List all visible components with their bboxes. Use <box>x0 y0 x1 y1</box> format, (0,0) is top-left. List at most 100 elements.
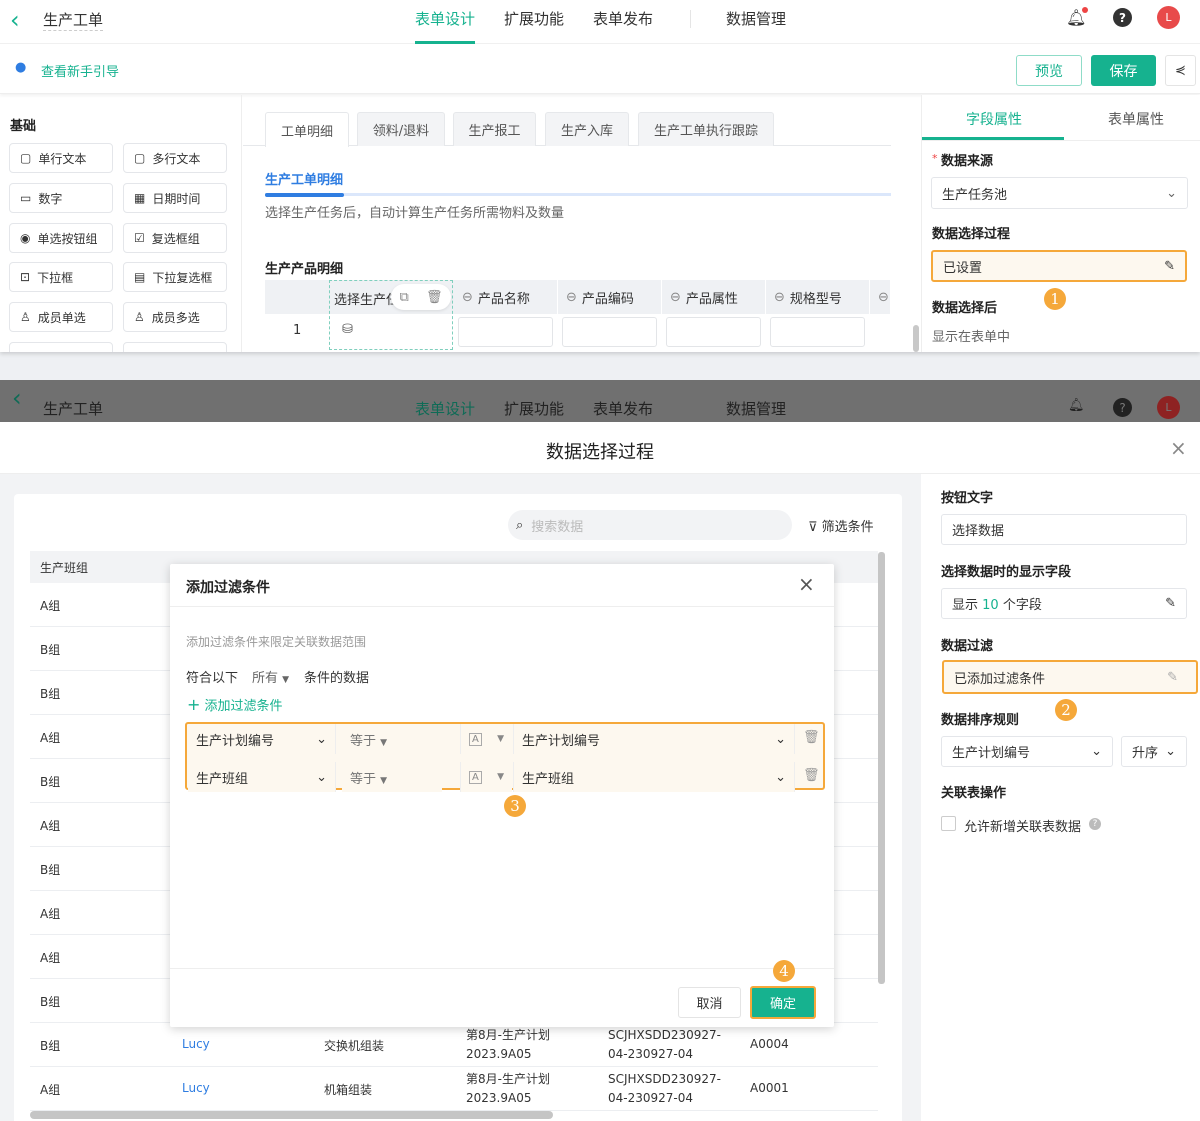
data-filter-field[interactable]: 已添加过滤条件 ✎ <box>942 660 1198 694</box>
vertical-scrollbar[interactable] <box>878 552 885 984</box>
cell-input[interactable] <box>458 317 553 347</box>
tab-publish[interactable]: 表单发布 <box>593 8 653 29</box>
close-icon[interactable]: × <box>1170 436 1187 460</box>
condition-operator-select[interactable]: 等于 ▼ <box>342 724 442 754</box>
tab-field-props[interactable]: 字段属性 <box>966 109 1022 129</box>
dialog-title: 数据选择过程 <box>546 442 654 463</box>
form-tab-tracking[interactable]: 生产工单执行跟踪 <box>638 112 774 146</box>
display-fields-field[interactable]: 显示 10 个字段 ✎ <box>941 588 1187 619</box>
help-icon[interactable]: ? <box>1089 818 1101 830</box>
filter-button[interactable]: ⊽ 筛选条件 <box>808 516 874 535</box>
form-tab-detail[interactable]: 工单明细 <box>265 112 349 147</box>
bell-icon[interactable]: 🔔︎ <box>1066 7 1089 27</box>
condition-value-select[interactable]: 生产班组 ⌄ <box>513 762 795 792</box>
palette-item-member[interactable]: ♙ 成员单选 <box>9 302 113 332</box>
palette-item-multi-dropdown[interactable]: ▤ 下拉复选框 <box>123 262 227 292</box>
cell-team: B组 <box>40 775 61 789</box>
form-tab-stock-in[interactable]: 生产入库 <box>545 112 629 146</box>
toolbar: ● 查看新手引导 预览 保存 ⋞ <box>0 45 1200 94</box>
palette-item-members[interactable]: ♙ 成员多选 <box>123 302 227 332</box>
caret-down-icon: ▼ <box>497 734 504 744</box>
save-button[interactable]: 保存 <box>1091 55 1156 86</box>
allow-add-checkbox[interactable] <box>941 816 956 831</box>
palette-item[interactable] <box>9 342 113 352</box>
guide-link[interactable]: 查看新手引导 <box>41 61 119 80</box>
palette-item-multi-text[interactable]: ▢ 多行文本 <box>123 143 227 173</box>
dialog-header: 数据选择过程 × <box>0 422 1200 474</box>
display-pre: 显示 <box>952 598 979 613</box>
tab-data-manage[interactable]: 数据管理 <box>726 8 786 29</box>
value-type-select[interactable]: A ▼ <box>460 724 512 754</box>
database-icon[interactable]: ⛁ <box>342 322 353 337</box>
condition-field-select[interactable]: 生产计划编号 ⌄ <box>188 724 336 754</box>
cell-team: A组 <box>40 907 61 921</box>
column-header-select-task: 选择生产任 <box>334 293 400 308</box>
palette-item-number[interactable]: ▭ 数字 <box>9 183 113 213</box>
avatar[interactable]: L <box>1157 6 1180 29</box>
preview-button[interactable]: 预览 <box>1016 55 1082 86</box>
section-description: 选择生产任务后，自动计算生产任务所需物料及数量 <box>265 206 565 221</box>
dimmed-header: ‹ 生产工单 表单设计 扩展功能 表单发布 数据管理 🔔︎ ? L <box>0 380 1200 422</box>
palette-item-single-text[interactable]: ▢ 单行文本 <box>9 143 113 173</box>
process-field[interactable]: 已设置 ✎ <box>931 250 1187 282</box>
palette-item-checkbox[interactable]: ☑ 复选框组 <box>123 223 227 253</box>
field-value: 生产计划编号 <box>196 733 275 749</box>
link-icon: ⊖ <box>566 289 577 305</box>
form-tab-material[interactable]: 领料/退料 <box>357 112 445 146</box>
table-row[interactable]: B组 Lucy 交换机组装 第8月-生产计划 2023.9A05 SCJHXSDD230… <box>30 1023 878 1067</box>
edit-icon[interactable]: ✎ <box>1164 259 1175 274</box>
calendar-icon: ▦ <box>134 191 146 205</box>
trash-icon[interactable]: 🗑︎ <box>426 290 443 305</box>
tab-form-design[interactable]: 表单设计 <box>415 8 475 29</box>
close-icon[interactable]: × <box>798 572 815 596</box>
table-cell[interactable]: Lucy <box>182 1037 210 1051</box>
condition-field-select[interactable]: 生产班组 ⌄ <box>188 762 336 792</box>
horizontal-scrollbar[interactable] <box>30 1111 553 1119</box>
tab-extend[interactable]: 扩展功能 <box>504 8 564 29</box>
delete-condition-icon[interactable]: 🗑︎ <box>803 730 820 745</box>
search-input[interactable]: ⌕ 搜索数据 <box>508 510 792 540</box>
edit-icon[interactable]: ✎ <box>1167 670 1178 685</box>
copy-icon[interactable]: ⧉ <box>400 290 409 305</box>
cell-input[interactable] <box>770 317 865 347</box>
condition-operator-select[interactable]: 等于 ▼ <box>342 762 442 792</box>
sort-field-select[interactable]: 生产计划编号 ⌄ <box>941 736 1113 767</box>
help-icon[interactable]: ? <box>1113 8 1132 27</box>
table-cell: A0004 <box>750 1037 789 1051</box>
tab-form-props[interactable]: 表单属性 <box>1108 109 1164 129</box>
source-select[interactable]: 生产任务池 ⌄ <box>931 177 1188 209</box>
sort-order-select[interactable]: 升序 ⌄ <box>1121 736 1187 767</box>
table-cell[interactable]: Lucy <box>182 1081 210 1095</box>
app-header: ‹ 生产工单 表单设计 扩展功能 表单发布 数据管理 🔔︎ ? L <box>0 0 1200 44</box>
step-badge-4: 4 <box>773 960 795 982</box>
delete-condition-icon[interactable]: 🗑︎ <box>803 768 820 783</box>
cell-input[interactable] <box>562 317 657 347</box>
cancel-button[interactable]: 取消 <box>678 987 741 1018</box>
item-label: 下拉框 <box>37 270 74 285</box>
lightbulb-icon: ● <box>15 60 27 75</box>
button-text-input[interactable]: 选择数据 <box>941 514 1187 545</box>
step-badge-3: 3 <box>504 795 526 817</box>
column-header: ⊖ 规格型号 <box>766 280 870 314</box>
add-filter-button[interactable]: + 添加过滤条件 <box>187 695 283 714</box>
funnel-icon: ⊽ <box>808 520 818 535</box>
link-icon: ⊖ <box>462 289 473 305</box>
palette-item[interactable] <box>123 342 227 352</box>
confirm-button[interactable]: 确定 <box>750 986 816 1019</box>
condition-value-select[interactable]: 生产计划编号 ⌄ <box>513 724 795 754</box>
share-icon[interactable]: ⋞ <box>1165 55 1196 86</box>
match-mode-select[interactable]: 所有 ▼ <box>252 667 289 686</box>
palette-item-dropdown[interactable]: ⊡ 下拉框 <box>9 262 113 292</box>
table-row[interactable]: A组 Lucy 机箱组装 第8月-生产计划 2023.9A05 SCJHXSDD2309… <box>30 1067 878 1111</box>
palette-item-radio[interactable]: ◉ 单选按钮组 <box>9 223 113 253</box>
edit-icon[interactable]: ✎ <box>1165 596 1176 611</box>
subtable-title: 生产产品明细 <box>265 262 344 277</box>
display-post: 个字段 <box>1002 598 1042 613</box>
scrollbar[interactable] <box>913 325 919 352</box>
value-type-select[interactable]: A ▼ <box>460 762 512 792</box>
back-icon[interactable]: ‹ <box>10 6 20 34</box>
palette-item-datetime[interactable]: ▦ 日期时间 <box>123 183 227 213</box>
cell-input[interactable] <box>666 317 761 347</box>
tab-extend: 扩展功能 <box>504 400 565 418</box>
form-tab-report[interactable]: 生产报工 <box>453 112 536 146</box>
